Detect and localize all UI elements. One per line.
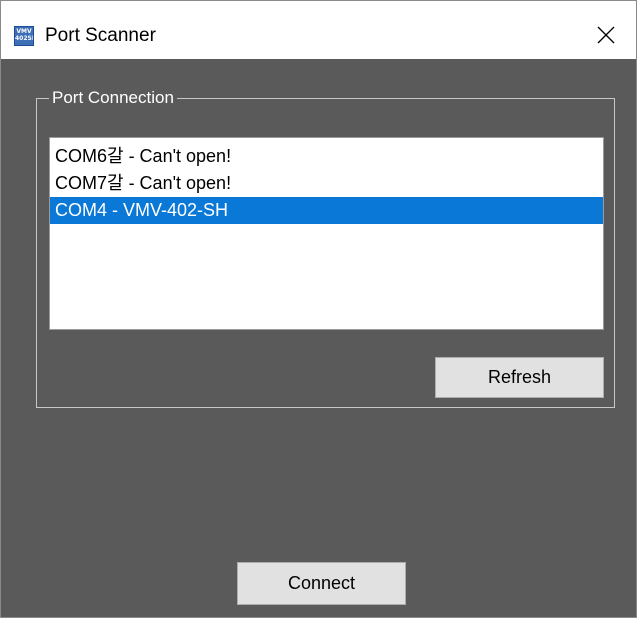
port-list-item[interactable]: COM6갈 - Can't open! [50, 143, 603, 170]
title-bar[interactable]: VMV 402SH Port Scanner [1, 1, 636, 59]
app-icon-text-bottom: 402SH [15, 35, 33, 42]
refresh-button[interactable]: Refresh [435, 357, 604, 398]
port-list-item-selected[interactable]: COM4 - VMV-402-SH [50, 197, 603, 224]
vmv-app-icon: VMV 402SH [14, 26, 34, 46]
app-icon-text-top: VMV [16, 28, 32, 35]
port-scanner-window: VMV 402SH Port Scanner Port Connection C… [0, 0, 637, 618]
port-list[interactable]: COM6갈 - Can't open! COM7갈 - Can't open! … [49, 137, 604, 330]
client-area: Port Connection COM6갈 - Can't open! COM7… [1, 59, 636, 617]
port-list-item[interactable]: COM7갈 - Can't open! [50, 170, 603, 197]
close-button[interactable] [583, 16, 629, 52]
window-title: Port Scanner [45, 25, 156, 46]
port-connection-label: Port Connection [49, 87, 177, 109]
connect-button[interactable]: Connect [237, 562, 406, 605]
close-icon [597, 26, 615, 44]
